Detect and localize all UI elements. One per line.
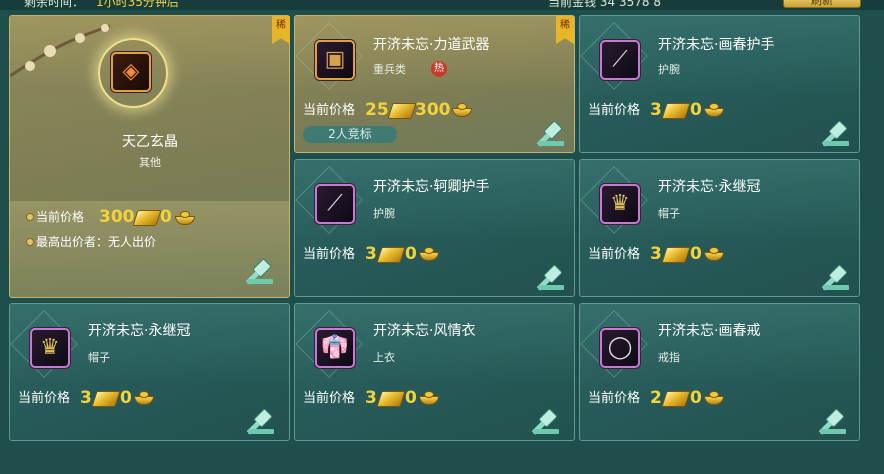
price-gold: 3: [365, 244, 377, 264]
bid-gavel-icon[interactable]: [246, 408, 274, 435]
price-label: 当前价格: [18, 391, 71, 406]
price-label: 当前价格: [303, 247, 356, 262]
auction-card[interactable]: ⟋ 开济未忘·画春护手 护腕 当前价格 3 0: [579, 15, 860, 153]
funds-value-gold: 34: [599, 0, 616, 9]
bid-gavel-icon[interactable]: [821, 264, 849, 291]
gold-bar-icon: [387, 103, 417, 119]
price-silver: 0: [120, 388, 132, 408]
price-label: 当前价格: [588, 247, 641, 262]
bid-gavel-icon[interactable]: [531, 408, 559, 435]
item-category: 护腕: [373, 207, 395, 220]
highest-bidder-value: 无人出价: [108, 235, 157, 249]
treasure-chest-icon: ▣: [315, 40, 355, 80]
gold-bar-icon: [376, 247, 406, 263]
item-name: 开济未忘·力道武器: [373, 37, 490, 53]
funds-value-copper: 8: [653, 0, 661, 9]
price-silver: 0: [690, 100, 702, 120]
ingot-icon: [175, 211, 195, 225]
refresh-button[interactable]: 刷新: [783, 0, 861, 8]
ingot-icon: [134, 391, 154, 405]
auction-card[interactable]: ◯ 开济未忘·画春戒 戒指 当前价格 2 0: [579, 303, 860, 441]
remaining-time-value: 1小时35分钟后: [96, 0, 179, 9]
price-silver: 0: [405, 244, 417, 264]
item-category: 帽子: [88, 351, 110, 364]
crown-icon: ♛: [30, 328, 70, 368]
rare-badge: 稀: [556, 16, 574, 44]
bidders-count-pill: 2人竞标: [303, 126, 397, 143]
price-gold: 25: [365, 100, 389, 120]
auction-card[interactable]: ▣ 开济未忘·力道武器 重兵类 热 稀 当前价格 25 300 2人竞标: [294, 15, 575, 153]
item-name: 开济未忘·画春戒: [658, 323, 761, 339]
featured-auction-card[interactable]: ◈ 稀 天乙玄晶 其他 当前价格 300 0 最高出价者：无人出价: [9, 15, 290, 298]
auction-card[interactable]: ♛ 开济未忘·永继冠 帽子 当前价格 3 0: [9, 303, 290, 441]
bid-gavel-icon[interactable]: [818, 408, 846, 435]
top-status-bar: 剩余时间： 1小时35分钟后 当前金钱 34 3578 8 刷新: [0, 0, 884, 10]
price-silver: 0: [405, 388, 417, 408]
bid-gavel-icon[interactable]: [821, 120, 849, 147]
item-category: 重兵类: [373, 63, 406, 76]
current-funds: 当前金钱 34 3578 8: [548, 0, 661, 9]
item-name: 开济未忘·画春护手: [658, 37, 775, 53]
price-label: 当前价格: [303, 103, 356, 118]
highest-bidder-label-text: 最高出价者：: [36, 235, 109, 249]
item-category: 护腕: [658, 63, 680, 76]
crystal-icon: ◈: [111, 52, 151, 92]
item-name: 开济未忘·永继冠: [88, 323, 191, 339]
price-silver: 0: [690, 388, 702, 408]
price-gold: 2: [650, 388, 662, 408]
item-name: 开济未忘·轲卿护手: [373, 179, 490, 195]
gold-bar-icon: [91, 391, 121, 407]
bullet-icon: [26, 238, 34, 246]
featured-item-category: 其他: [139, 156, 161, 169]
item-name: 开济未忘·永继冠: [658, 179, 761, 195]
item-name: 开济未忘·风情衣: [373, 323, 476, 339]
auction-card[interactable]: ⟋ 开济未忘·轲卿护手 护腕 当前价格 3 0: [294, 159, 575, 297]
price-label: 当前价格: [303, 391, 356, 406]
ingot-icon: [704, 103, 724, 117]
item-category: 戒指: [658, 351, 680, 364]
price-silver: 300: [415, 100, 451, 120]
price-label: 当前价格: [588, 391, 641, 406]
gold-bar-icon: [661, 103, 691, 119]
refresh-button-label: 刷新: [811, 0, 833, 7]
gold-bar-icon: [661, 247, 691, 263]
gold-bar-icon: [376, 391, 406, 407]
highest-bidder-label: 最高出价者：无人出价: [36, 235, 156, 249]
crown-icon: ♛: [600, 184, 640, 224]
featured-price-silver: 0: [160, 207, 172, 227]
bid-gavel-icon[interactable]: [536, 120, 564, 147]
auction-card[interactable]: 👘 开济未忘·风情衣 上衣 当前价格 3 0: [294, 303, 575, 441]
ingot-icon: [704, 391, 724, 405]
bracer-icon: ⟋: [315, 184, 355, 224]
auction-card[interactable]: ♛ 开济未忘·永继冠 帽子 当前价格 3 0: [579, 159, 860, 297]
remaining-time-label: 剩余时间：: [24, 0, 85, 9]
gold-bar-icon: [661, 391, 691, 407]
rare-badge: 稀: [272, 16, 290, 44]
featured-item-name: 天乙玄晶: [122, 134, 178, 150]
ingot-icon: [419, 247, 439, 261]
item-category: 帽子: [658, 207, 680, 220]
price-gold: 3: [650, 244, 662, 264]
funds-label: 当前金钱: [548, 0, 597, 9]
bid-gavel-icon[interactable]: [245, 258, 273, 285]
ingot-icon: [419, 391, 439, 405]
bid-gavel-icon[interactable]: [536, 264, 564, 291]
ingot-icon: [452, 103, 472, 117]
featured-price-label: 当前价格: [36, 210, 85, 224]
price-gold: 3: [365, 388, 377, 408]
price-label: 当前价格: [588, 103, 641, 118]
hot-badge: 热: [431, 61, 447, 77]
bracer-icon: ⟋: [600, 40, 640, 80]
funds-value-silver: 3578: [618, 0, 650, 9]
price-gold: 3: [650, 100, 662, 120]
ring-icon: ◯: [600, 328, 640, 368]
item-category: 上衣: [373, 351, 395, 364]
price-silver: 0: [690, 244, 702, 264]
featured-price-gold: 300: [99, 207, 135, 227]
robe-icon: 👘: [315, 328, 355, 368]
ingot-icon: [704, 247, 724, 261]
bullet-icon: [26, 213, 34, 221]
price-gold: 3: [80, 388, 92, 408]
